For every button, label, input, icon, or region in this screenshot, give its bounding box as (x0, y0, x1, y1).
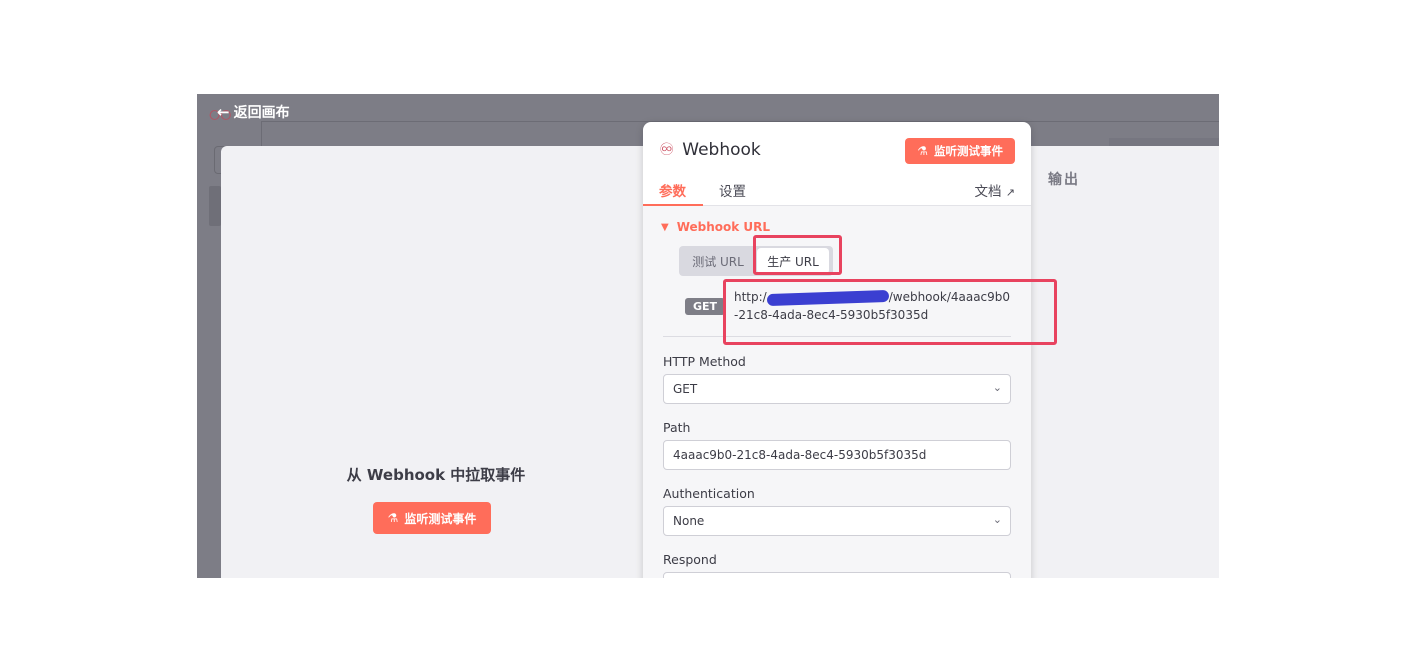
webhook-node-panel: ♾ Webhook ⚗ 监听测试事件 参数 设置 文档 ↗ ▼ Webhook … (643, 122, 1031, 578)
listen-test-event-label: 监听测试事件 (404, 511, 477, 526)
highlight-box-production-url (753, 235, 842, 275)
output-pane-title: 输出 (1048, 172, 1080, 188)
path-input[interactable]: 4aaac9b0-21c8-4ada-8ec4-5930b5f3035d (663, 440, 1011, 470)
panel-header: ♾ Webhook (659, 140, 761, 160)
flask-icon: ⚗ (387, 511, 399, 525)
listen-test-event-label: 监听测试事件 (934, 144, 1003, 158)
authentication-value: None (673, 514, 705, 528)
webhook-url-heading: Webhook URL (676, 220, 771, 234)
docs-label: 文档 (974, 184, 1002, 200)
arrow-left-icon: ← (217, 102, 230, 121)
listen-test-event-button[interactable]: ⚗ 监听测试事件 (373, 502, 491, 534)
webhook-icon: ♾ (659, 140, 675, 160)
chevron-down-icon: ⌄ (992, 381, 1002, 394)
canvas-toolbar (1109, 138, 1219, 146)
external-link-icon: ↗ (1005, 186, 1015, 199)
panel-title: Webhook (682, 140, 761, 160)
panel-tabs: 参数 设置 文档 ↗ (643, 176, 1031, 206)
highlight-box-webhook-url (723, 279, 1057, 345)
authentication-select[interactable]: None ⌄ (663, 506, 1011, 536)
docs-link[interactable]: 文档 ↗ (974, 180, 1015, 200)
tab-parameters[interactable]: 参数 (659, 180, 686, 200)
respond-label: Respond (663, 552, 717, 567)
input-pane-title: 从 Webhook 中拉取事件 (346, 466, 526, 484)
http-method-label: HTTP Method (663, 354, 746, 369)
test-url-option[interactable]: 测试 URL (679, 246, 757, 276)
path-label: Path (663, 420, 691, 435)
respond-select[interactable] (663, 572, 1011, 578)
back-to-canvas-link[interactable]: ← 返回画布 (217, 102, 290, 122)
path-value: 4aaac9b0-21c8-4ada-8ec4-5930b5f3035d (673, 448, 927, 462)
chevron-down-icon: ⌄ (992, 513, 1002, 526)
listen-test-event-button-header[interactable]: ⚗ 监听测试事件 (905, 138, 1015, 164)
canvas-sidebar-strip (209, 186, 221, 226)
chevron-down-icon: ▼ (661, 221, 669, 233)
back-to-canvas-label: 返回画布 (233, 105, 290, 121)
flask-icon: ⚗ (917, 144, 928, 158)
authentication-label: Authentication (663, 486, 755, 501)
http-method-select[interactable]: GET ⌄ (663, 374, 1011, 404)
webhook-url-toggle[interactable]: ▼ Webhook URL (661, 220, 770, 234)
tab-settings[interactable]: 设置 (719, 180, 746, 200)
http-method-value: GET (673, 382, 698, 396)
method-badge: GET (685, 298, 726, 315)
app-screen: ⭘⭘ ← 返回画布 从 Webhook 中拉取事件 ⚗ 监听测试事件 输出 ♾ … (197, 94, 1219, 578)
